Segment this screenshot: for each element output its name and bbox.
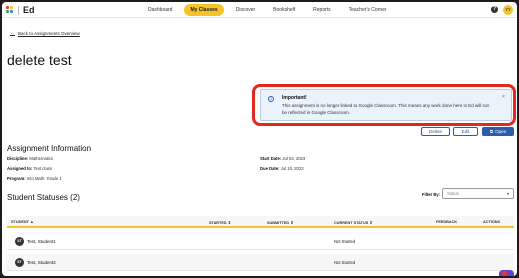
discipline-value: Mathematics: [29, 156, 54, 161]
due-date-row: Due Date: Jul 10, 2023: [260, 166, 304, 171]
student-name[interactable]: Test, Student2: [27, 260, 56, 265]
nav-dashboard[interactable]: Dashboard: [142, 4, 178, 16]
logo-mark-icon: [6, 6, 14, 14]
student-status: Not Started: [334, 260, 356, 265]
col-started[interactable]: STARTED ⇕: [209, 220, 231, 225]
sort-icon: ⇕: [290, 221, 294, 225]
back-to-overview-link[interactable]: ← Back to Assignments Overview: [10, 30, 80, 36]
start-date-label: Start Date:: [260, 156, 282, 161]
page-title: delete test: [7, 52, 72, 68]
program-value: Into Math: Grade 1: [26, 176, 62, 181]
important-alert: i Important! This assignment is no longe…: [260, 89, 512, 121]
app-window: Ed Dashboard My Classes Discover Bookshe…: [2, 2, 517, 276]
nav-teachers-corner[interactable]: Teacher's Corner: [343, 4, 393, 16]
assigned-value: Test class: [33, 166, 52, 171]
col-actions: ACTIONS: [483, 220, 501, 224]
discipline-row: Discipline: Mathematics: [7, 156, 53, 161]
notification-badge-icon[interactable]: [499, 270, 514, 276]
col-student[interactable]: STUDENT ▲: [11, 220, 34, 224]
student-avatar: ST: [15, 258, 24, 267]
nav-bookshelf[interactable]: Bookshelf: [267, 4, 301, 16]
top-navigation: Ed Dashboard My Classes Discover Bookshe…: [2, 2, 517, 18]
sort-icon: ⇕: [227, 221, 231, 225]
logo-divider: [18, 5, 19, 15]
sort-asc-icon: ▲: [30, 220, 34, 224]
table-header: STUDENT ▲ STARTED ⇕ SUBMITTED ⇕ CURRENT …: [7, 216, 514, 228]
status-filter-select[interactable]: Status ▾: [442, 188, 514, 199]
table-row[interactable]: ST Test, Student2 Not Started: [7, 254, 514, 271]
filter-placeholder: Status: [447, 191, 459, 196]
due-date-value: Jul 10, 2023: [280, 166, 304, 171]
assigned-row: Assigned to: Test class: [7, 166, 52, 171]
close-icon[interactable]: ×: [502, 94, 505, 100]
assignment-info-heading: Assignment Information: [7, 144, 92, 153]
alert-title: Important!: [282, 95, 307, 101]
program-label: Program:: [7, 176, 26, 181]
nav-items: Dashboard My Classes Discover Bookshelf …: [142, 4, 399, 16]
ed-logo[interactable]: Ed: [6, 5, 35, 15]
start-date-value: Jul 03, 2023: [282, 156, 306, 161]
student-status: Not Started: [334, 239, 356, 244]
nav-reports[interactable]: Reports: [307, 4, 337, 16]
col-submitted[interactable]: SUBMITTED ⇕: [267, 220, 293, 225]
program-row: Program: Into Math: Grade 1: [7, 176, 62, 181]
col-current-status-label: CURRENT STATUS: [334, 221, 369, 225]
col-feedback: FEEDBACK: [436, 220, 458, 224]
alert-body: This assignment is no longer linked to G…: [282, 103, 489, 115]
nav-my-classes[interactable]: My Classes: [184, 4, 224, 16]
logo-text: Ed: [23, 5, 35, 15]
discipline-label: Discipline:: [7, 156, 29, 161]
col-started-label: STARTED: [209, 221, 227, 225]
student-statuses-heading: Student Statuses (2): [7, 193, 80, 202]
delete-button[interactable]: Delete: [421, 127, 450, 136]
user-avatar[interactable]: TT: [503, 5, 513, 15]
arrow-left-icon: ←: [10, 30, 15, 36]
external-link-icon: ⧉: [489, 128, 494, 134]
start-date-row: Start Date: Jul 03, 2023: [260, 156, 305, 161]
open-button[interactable]: ⧉ Open: [482, 127, 514, 136]
table-row[interactable]: ST Test, Student1 Not Started: [7, 233, 514, 250]
open-button-label: Open: [495, 128, 507, 134]
col-current-status[interactable]: CURRENT STATUS ⇕: [334, 220, 373, 225]
help-icon[interactable]: ?: [491, 6, 498, 13]
student-avatar: ST: [15, 237, 24, 246]
col-student-label: STUDENT: [11, 220, 29, 224]
assigned-label: Assigned to:: [7, 166, 33, 171]
info-icon: i: [268, 96, 274, 102]
student-name[interactable]: Test, Student1: [27, 239, 56, 244]
nav-discover[interactable]: Discover: [230, 4, 261, 16]
due-date-label: Due Date:: [260, 166, 280, 171]
back-link-label: Back to Assignments Overview: [18, 30, 80, 36]
sort-icon: ⇕: [369, 221, 373, 225]
chevron-down-icon: ▾: [506, 191, 509, 196]
edit-button[interactable]: Edit: [453, 127, 478, 136]
col-submitted-label: SUBMITTED: [267, 221, 290, 225]
filter-label: Filter By:: [422, 192, 441, 197]
